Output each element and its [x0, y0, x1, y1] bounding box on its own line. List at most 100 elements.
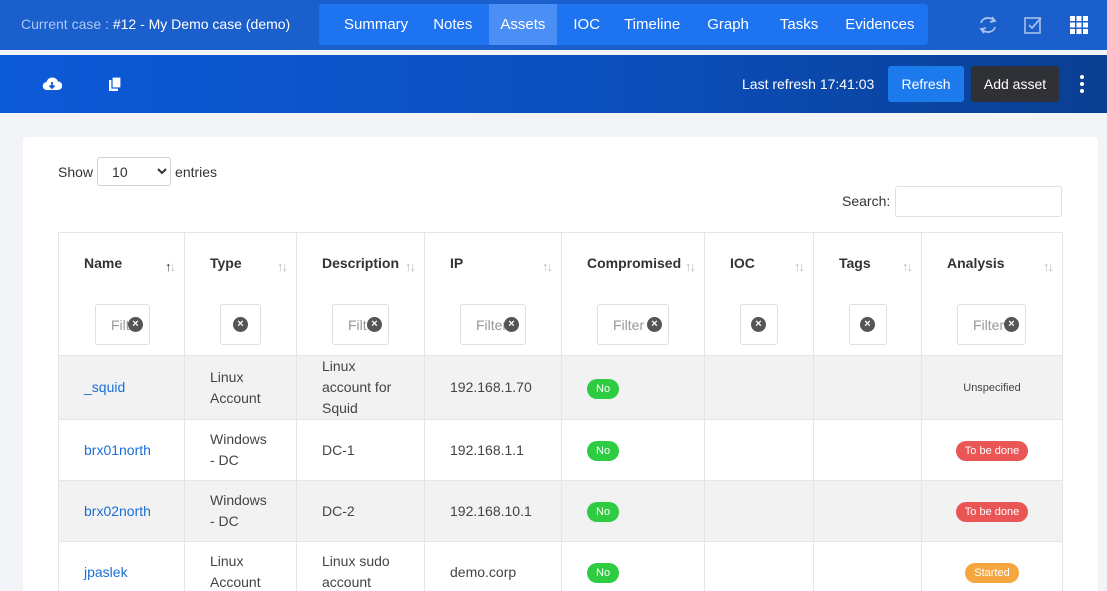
last-refresh-text: Last refresh 17:41:03	[742, 76, 875, 92]
asset-tags	[813, 480, 922, 542]
copy-icon[interactable]	[104, 73, 126, 95]
column-label-description: Description	[322, 255, 400, 271]
compromised-badge: No	[587, 563, 620, 583]
analysis-status-badge: To be done	[955, 441, 1029, 461]
asset-type: Windows - DC	[184, 419, 297, 481]
sort-icon[interactable]: ↑↓	[542, 259, 553, 274]
clear-filter-icon[interactable]: ×	[504, 317, 519, 332]
tab-graph[interactable]: Graph	[694, 4, 765, 45]
current-case-name[interactable]: #12 - My Demo case (demo)	[113, 16, 290, 32]
sort-icon[interactable]: ↑↓	[277, 259, 288, 274]
filter-ioc-input[interactable]: ×	[740, 304, 778, 345]
asset-ioc	[704, 541, 814, 591]
clear-filter-icon[interactable]: ×	[1004, 317, 1019, 332]
asset-name-link[interactable]: brx02north	[84, 503, 151, 519]
column-label-name: Name	[84, 255, 123, 271]
column-label-analysis: Analysis	[947, 255, 1005, 271]
tab-timeline[interactable]: Timeline	[615, 4, 694, 45]
entries-select[interactable]: 10	[97, 157, 172, 186]
sort-icon[interactable]: ↑↓	[902, 259, 913, 274]
table-row[interactable]: brx02north Windows - DC DC-2 192.168.10.…	[58, 480, 1063, 542]
asset-description: Linux sudo account	[296, 541, 425, 591]
asset-name-link[interactable]: brx01north	[84, 442, 151, 458]
tab-tasks[interactable]: Tasks	[765, 4, 835, 45]
search-input[interactable]	[895, 186, 1062, 217]
column-label-ip: IP	[450, 255, 464, 271]
column-label-ioc: IOC	[730, 255, 755, 271]
tab-evidences[interactable]: Evidences	[835, 4, 927, 45]
column-label-compromised: Compromised	[587, 255, 682, 271]
sort-icon[interactable]: ↑↓	[1043, 259, 1054, 274]
compromised-badge: No	[587, 441, 620, 461]
entries-label: entries	[175, 163, 218, 180]
analysis-status-badge: Started	[965, 563, 1019, 583]
clear-filter-icon[interactable]: ×	[367, 317, 382, 332]
column-header-description[interactable]: Description ↑↓ Filter ×	[296, 232, 425, 356]
filter-placeholder: Filter	[973, 317, 1005, 333]
compromised-badge: No	[587, 502, 620, 522]
asset-tags	[813, 541, 922, 591]
filter-name-input[interactable]: Filter ×	[95, 304, 150, 345]
table-row[interactable]: _squid Linux Account Linux account for S…	[58, 355, 1063, 420]
filter-description-input[interactable]: Filter ×	[332, 304, 389, 345]
more-options-icon[interactable]	[1074, 73, 1090, 95]
clear-filter-icon[interactable]: ×	[233, 317, 248, 332]
clear-filter-icon[interactable]: ×	[128, 317, 143, 332]
asset-ip: 192.168.1.70	[424, 355, 562, 420]
clear-filter-icon[interactable]: ×	[860, 317, 875, 332]
asset-tags	[813, 355, 922, 420]
column-label-tags: Tags	[839, 255, 871, 271]
asset-ip: 192.168.10.1	[424, 480, 562, 542]
column-header-analysis[interactable]: Analysis ↑↓ Filter ×	[921, 232, 1063, 356]
apps-grid-icon[interactable]	[1068, 14, 1090, 36]
asset-name-link[interactable]: jpaslek	[84, 564, 128, 580]
tab-assets[interactable]: Assets	[489, 4, 558, 45]
clear-filter-icon[interactable]: ×	[647, 317, 662, 332]
sort-icon[interactable]: ↑↓	[405, 259, 416, 274]
checkbox-icon[interactable]	[1022, 14, 1044, 36]
asset-ip: 192.168.1.1	[424, 419, 562, 481]
cloud-download-icon[interactable]	[41, 73, 63, 95]
search-label: Search:	[842, 193, 891, 209]
analysis-status-badge: Unspecified	[963, 382, 1021, 394]
filter-analysis-input[interactable]: Filter ×	[957, 304, 1026, 345]
column-header-ioc[interactable]: IOC ↑↓ ×	[704, 232, 814, 356]
tab-summary[interactable]: Summary	[319, 4, 423, 45]
sort-asc-icon[interactable]: ↑↓	[165, 259, 176, 274]
sort-icon[interactable]: ↑↓	[685, 259, 696, 274]
filter-tags-input[interactable]: ×	[849, 304, 887, 345]
column-header-type[interactable]: Type ↑↓ ×	[184, 232, 297, 356]
sort-icon[interactable]: ↑↓	[794, 259, 805, 274]
add-asset-button[interactable]: Add asset	[971, 66, 1059, 102]
filter-ip-input[interactable]: Filter ×	[460, 304, 526, 345]
table-row[interactable]: jpaslek Linux Account Linux sudo account…	[58, 541, 1063, 591]
asset-name-link[interactable]: _squid	[84, 379, 125, 395]
asset-tags	[813, 419, 922, 481]
column-header-tags[interactable]: Tags ↑↓ ×	[813, 232, 922, 356]
sync-icon[interactable]	[977, 14, 999, 36]
refresh-button[interactable]: Refresh	[888, 66, 964, 102]
asset-ioc	[704, 355, 814, 420]
asset-ioc	[704, 480, 814, 542]
assets-toolbar: Last refresh 17:41:03 Refresh Add asset	[0, 55, 1107, 113]
column-header-compromised[interactable]: Compromised ↑↓ Filter ×	[561, 232, 705, 356]
analysis-status-badge: To be done	[955, 502, 1029, 522]
asset-description: DC-1	[296, 419, 425, 481]
table-row[interactable]: brx01north Windows - DC DC-1 192.168.1.1…	[58, 419, 1063, 481]
tab-notes[interactable]: Notes	[423, 4, 489, 45]
filter-compromised-input[interactable]: Filter ×	[597, 304, 669, 345]
asset-ip: demo.corp	[424, 541, 562, 591]
asset-ioc	[704, 419, 814, 481]
asset-type: Linux Account	[184, 541, 297, 591]
asset-description: Linux account for Squid	[296, 355, 425, 420]
asset-type: Windows - DC	[184, 480, 297, 542]
column-header-ip[interactable]: IP ↑↓ Filter ×	[424, 232, 562, 356]
filter-type-input[interactable]: ×	[220, 304, 261, 345]
filter-placeholder: Filter	[613, 317, 645, 333]
column-header-name[interactable]: Name ↑↓ Filter ×	[58, 232, 185, 356]
clear-filter-icon[interactable]: ×	[751, 317, 766, 332]
asset-type: Linux Account	[184, 355, 297, 420]
tab-ioc[interactable]: IOC	[557, 4, 615, 45]
case-tabs: Summary Notes Assets IOC Timeline Graph …	[319, 4, 928, 45]
entries-length-control: Show 10 entries	[58, 157, 217, 186]
